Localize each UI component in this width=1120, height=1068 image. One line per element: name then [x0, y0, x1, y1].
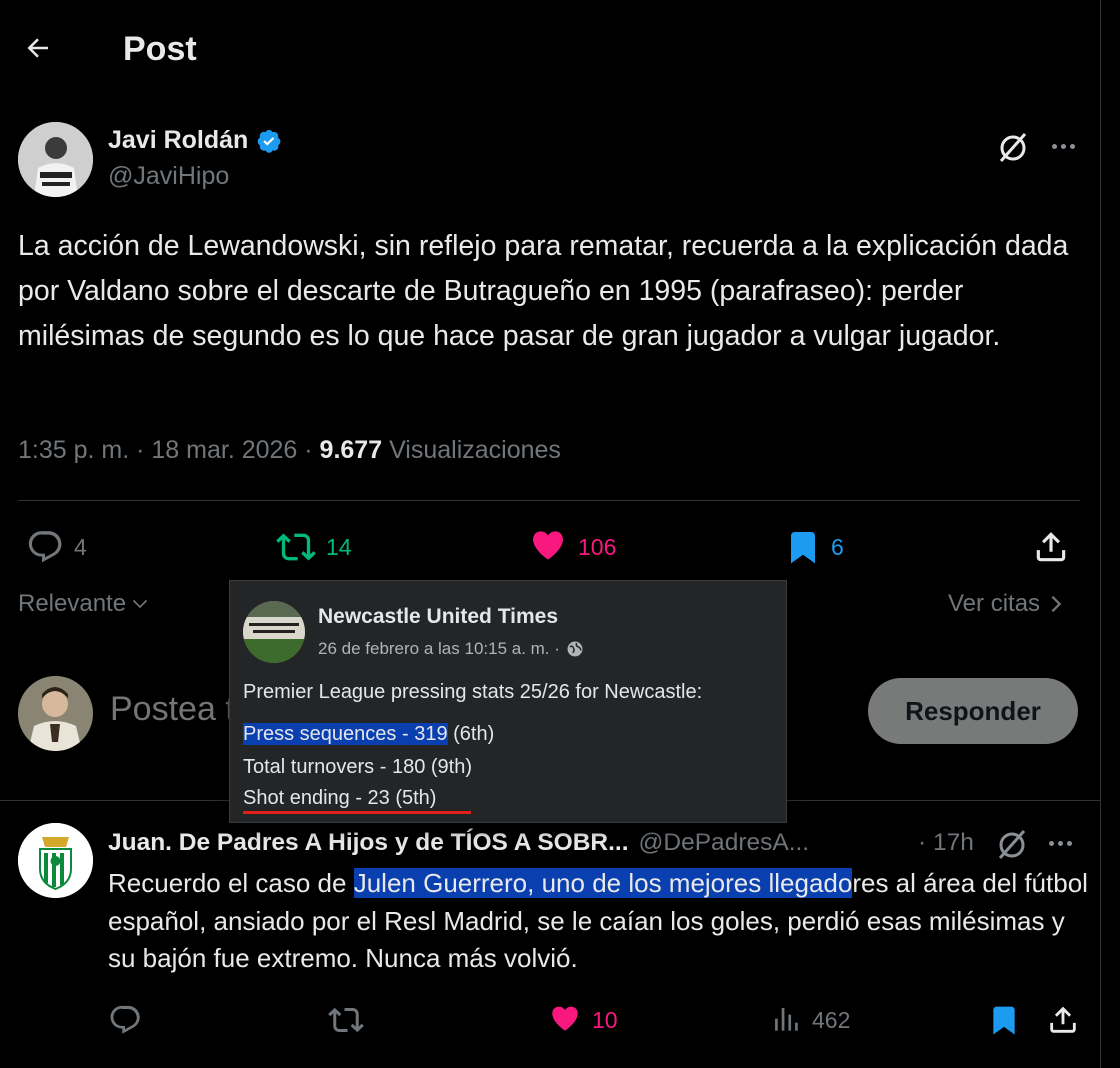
reply-time[interactable]: · 17h: [918, 829, 974, 857]
sort-dropdown[interactable]: Relevante: [18, 590, 150, 618]
reply-submit-button[interactable]: Responder: [868, 678, 1078, 744]
grok-button[interactable]: [992, 823, 1032, 863]
share-icon: [1050, 1006, 1076, 1033]
post-text: La acción de Lewandowski, sin reflejo pa…: [18, 230, 1069, 352]
author-name-row[interactable]: Javi Roldán: [108, 126, 282, 155]
share-button[interactable]: [1032, 520, 1070, 574]
author-handle[interactable]: @JaviHipo: [108, 162, 229, 191]
more-button[interactable]: [1040, 823, 1080, 863]
view-quotes-link[interactable]: Ver citas: [948, 590, 1064, 618]
post-action-bar: 4 14 106 6: [0, 520, 1100, 576]
bookmark-icon: [791, 532, 815, 564]
share-button[interactable]: [1046, 997, 1080, 1043]
stat-line-rest: (6th): [447, 723, 495, 745]
stat-line: Shot ending - 23 (5th): [243, 787, 436, 810]
reply-author-handle[interactable]: @DePadresA...: [639, 829, 810, 857]
post-time[interactable]: 1:35 p. m.: [18, 436, 129, 464]
reply-button[interactable]: [108, 997, 142, 1043]
post-date-text[interactable]: 26 de febrero a las 10:15 a. m. ·: [318, 639, 560, 659]
post-date[interactable]: 18 mar. 2026: [151, 436, 297, 464]
bookmark-button[interactable]: [988, 997, 1020, 1043]
views-button[interactable]: 462: [770, 997, 850, 1043]
retweet-icon: [276, 533, 316, 561]
grok-icon: [998, 830, 1026, 859]
views-count: 9.677: [319, 436, 383, 464]
bookmark-count: 6: [831, 533, 844, 560]
author-avatar[interactable]: [18, 122, 93, 197]
reply-count: 4: [74, 533, 87, 560]
chevron-down-icon: [132, 599, 148, 609]
retweet-count: 14: [326, 533, 352, 560]
retweet-icon: [328, 1007, 364, 1033]
bookmark-button[interactable]: 6: [785, 520, 844, 574]
more-button[interactable]: [1043, 126, 1083, 166]
grok-button[interactable]: [993, 126, 1033, 166]
facebook-post-overlay: Newcastle United Times 26 de febrero a l…: [229, 580, 787, 823]
views-icon: [775, 1008, 798, 1031]
like-button[interactable]: 10: [548, 997, 618, 1043]
reply-author-name[interactable]: Juan. De Padres A Hijos y de TÍOS A SOBR…: [108, 829, 629, 857]
more-icon: [1048, 840, 1054, 846]
reply-button[interactable]: 4: [26, 520, 87, 574]
reply-text-selection: Julen Guerrero, uno de los mejores llega…: [353, 868, 853, 898]
back-button[interactable]: [18, 28, 58, 68]
reply-header: Juan. De Padres A Hijos y de TÍOS A SOBR…: [108, 829, 809, 857]
heart-icon: [533, 531, 563, 560]
page-title: Post: [123, 30, 197, 68]
top-bar: Post: [0, 0, 1100, 100]
like-button[interactable]: 106: [528, 520, 616, 574]
verified-badge-icon: [257, 129, 281, 153]
like-count: 106: [578, 533, 617, 560]
more-icon: [1051, 143, 1057, 149]
globe-icon: [567, 641, 583, 657]
reply-icon: [28, 531, 62, 563]
reply-action-bar: 10 462: [0, 997, 1100, 1043]
author-name[interactable]: Javi Roldán: [108, 126, 248, 155]
post-date: 26 de febrero a las 10:15 a. m. ·: [318, 639, 584, 659]
stat-line: Press sequences - 319 (6th): [243, 723, 494, 746]
grok-icon: [999, 133, 1027, 162]
reply-text-start: Recuerdo el caso de: [108, 868, 354, 898]
stat-line-rest: Shot ending - 23 (5th): [243, 787, 437, 809]
stat-line-rest: Total turnovers - 180 (9th): [243, 756, 472, 778]
reply-icon: [110, 1005, 140, 1034]
views-label: Visualizaciones: [389, 436, 561, 464]
reply-text: Recuerdo el caso de Julen Guerrero, uno …: [108, 865, 1093, 978]
share-icon: [1036, 532, 1066, 562]
retweet-button[interactable]: 14: [276, 520, 352, 574]
heart-icon: [552, 1006, 578, 1031]
user-avatar[interactable]: [18, 676, 93, 751]
divider: [18, 500, 1080, 501]
reply-author-avatar[interactable]: [18, 823, 93, 898]
chevron-right-icon: [1051, 595, 1062, 613]
post-meta: 1:35 p. m. · 18 mar. 2026 · 9.677 Visual…: [18, 436, 561, 464]
page-name[interactable]: Newcastle United Times: [318, 605, 558, 629]
stat-line-selection: Press sequences - 319: [243, 723, 448, 745]
retweet-button[interactable]: [328, 997, 364, 1043]
red-underline: [243, 811, 471, 814]
post-intro: Premier League pressing stats 25/26 for …: [243, 681, 703, 703]
stat-line: Total turnovers - 180 (9th): [243, 756, 472, 779]
like-count: 10: [592, 1006, 618, 1033]
reply-tweet[interactable]: Juan. De Padres A Hijos y de TÍOS A SOBR…: [0, 801, 1100, 1068]
back-arrow-icon: [27, 38, 48, 58]
sort-label: Relevante: [18, 590, 127, 617]
page-avatar[interactable]: [243, 601, 305, 663]
views-count: 462: [812, 1006, 851, 1033]
post-author: Javi Roldán @JaviHipo: [18, 122, 1082, 198]
bookmark-icon: [993, 1006, 1015, 1035]
column-border: [1100, 0, 1101, 1068]
quotes-label: Ver citas: [948, 590, 1041, 617]
